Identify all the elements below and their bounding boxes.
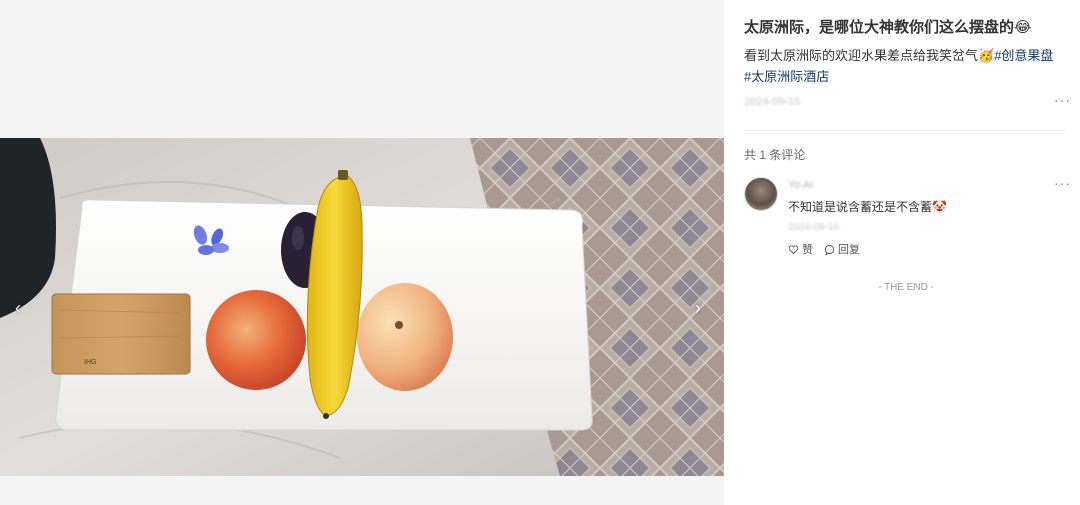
post-description-text: 看到太原洲际的欢迎水果差点给我笑岔气🥳 xyxy=(744,48,995,63)
avatar[interactable] xyxy=(744,177,778,211)
chevron-right-icon: › xyxy=(695,298,701,318)
card-logo: IHG xyxy=(84,359,96,366)
next-image-button[interactable]: › xyxy=(686,296,710,320)
like-button[interactable]: 赞 xyxy=(788,241,813,257)
ellipsis-icon: ··· xyxy=(1054,175,1071,191)
comment-more-button[interactable]: ··· xyxy=(1054,175,1071,191)
post-info-panel: 太原洲际，是哪位大神教你们这么摆盘的😂 看到太原洲际的欢迎水果差点给我笑岔气🥳#… xyxy=(724,0,1080,505)
heart-icon xyxy=(788,245,799,254)
tag-link[interactable]: #太原洲际酒店 xyxy=(744,69,829,84)
comment-date: 2024-09-16 xyxy=(788,222,840,233)
comment-author[interactable]: Yo Ai xyxy=(788,179,813,191)
post-more-button[interactable]: ··· xyxy=(1054,92,1071,108)
like-label: 赞 xyxy=(802,244,813,256)
reply-button[interactable]: 回复 xyxy=(824,241,860,257)
media-pane: IHG ‹ › xyxy=(0,0,724,505)
chevron-left-icon: ‹ xyxy=(15,298,21,318)
comment-item: Yo Ai ··· 不知道是说含蓄还是不含蓄🤡 2024-09-16 赞 回复 xyxy=(744,175,1071,267)
post-date: 2024-09-15 xyxy=(744,96,801,108)
end-marker: - THE END - xyxy=(878,282,934,293)
comment-bubble-icon xyxy=(824,244,835,255)
post-description: 看到太原洲际的欢迎水果差点给我笑岔气🥳#创意果盘 #太原洲际酒店 xyxy=(744,45,1069,87)
comment-text: 不知道是说含蓄还是不含蓄🤡 xyxy=(788,200,947,214)
tag-link[interactable]: #创意果盘 xyxy=(994,48,1053,63)
comment-count: 共 1 条评论 xyxy=(744,148,806,162)
prev-image-button[interactable]: ‹ xyxy=(6,296,30,320)
reply-label: 回复 xyxy=(838,244,860,256)
ellipsis-icon: ··· xyxy=(1054,92,1071,108)
post-photo: IHG xyxy=(0,138,724,476)
divider xyxy=(744,130,1066,131)
post-title: 太原洲际，是哪位大神教你们这么摆盘的😂 xyxy=(744,19,1032,36)
